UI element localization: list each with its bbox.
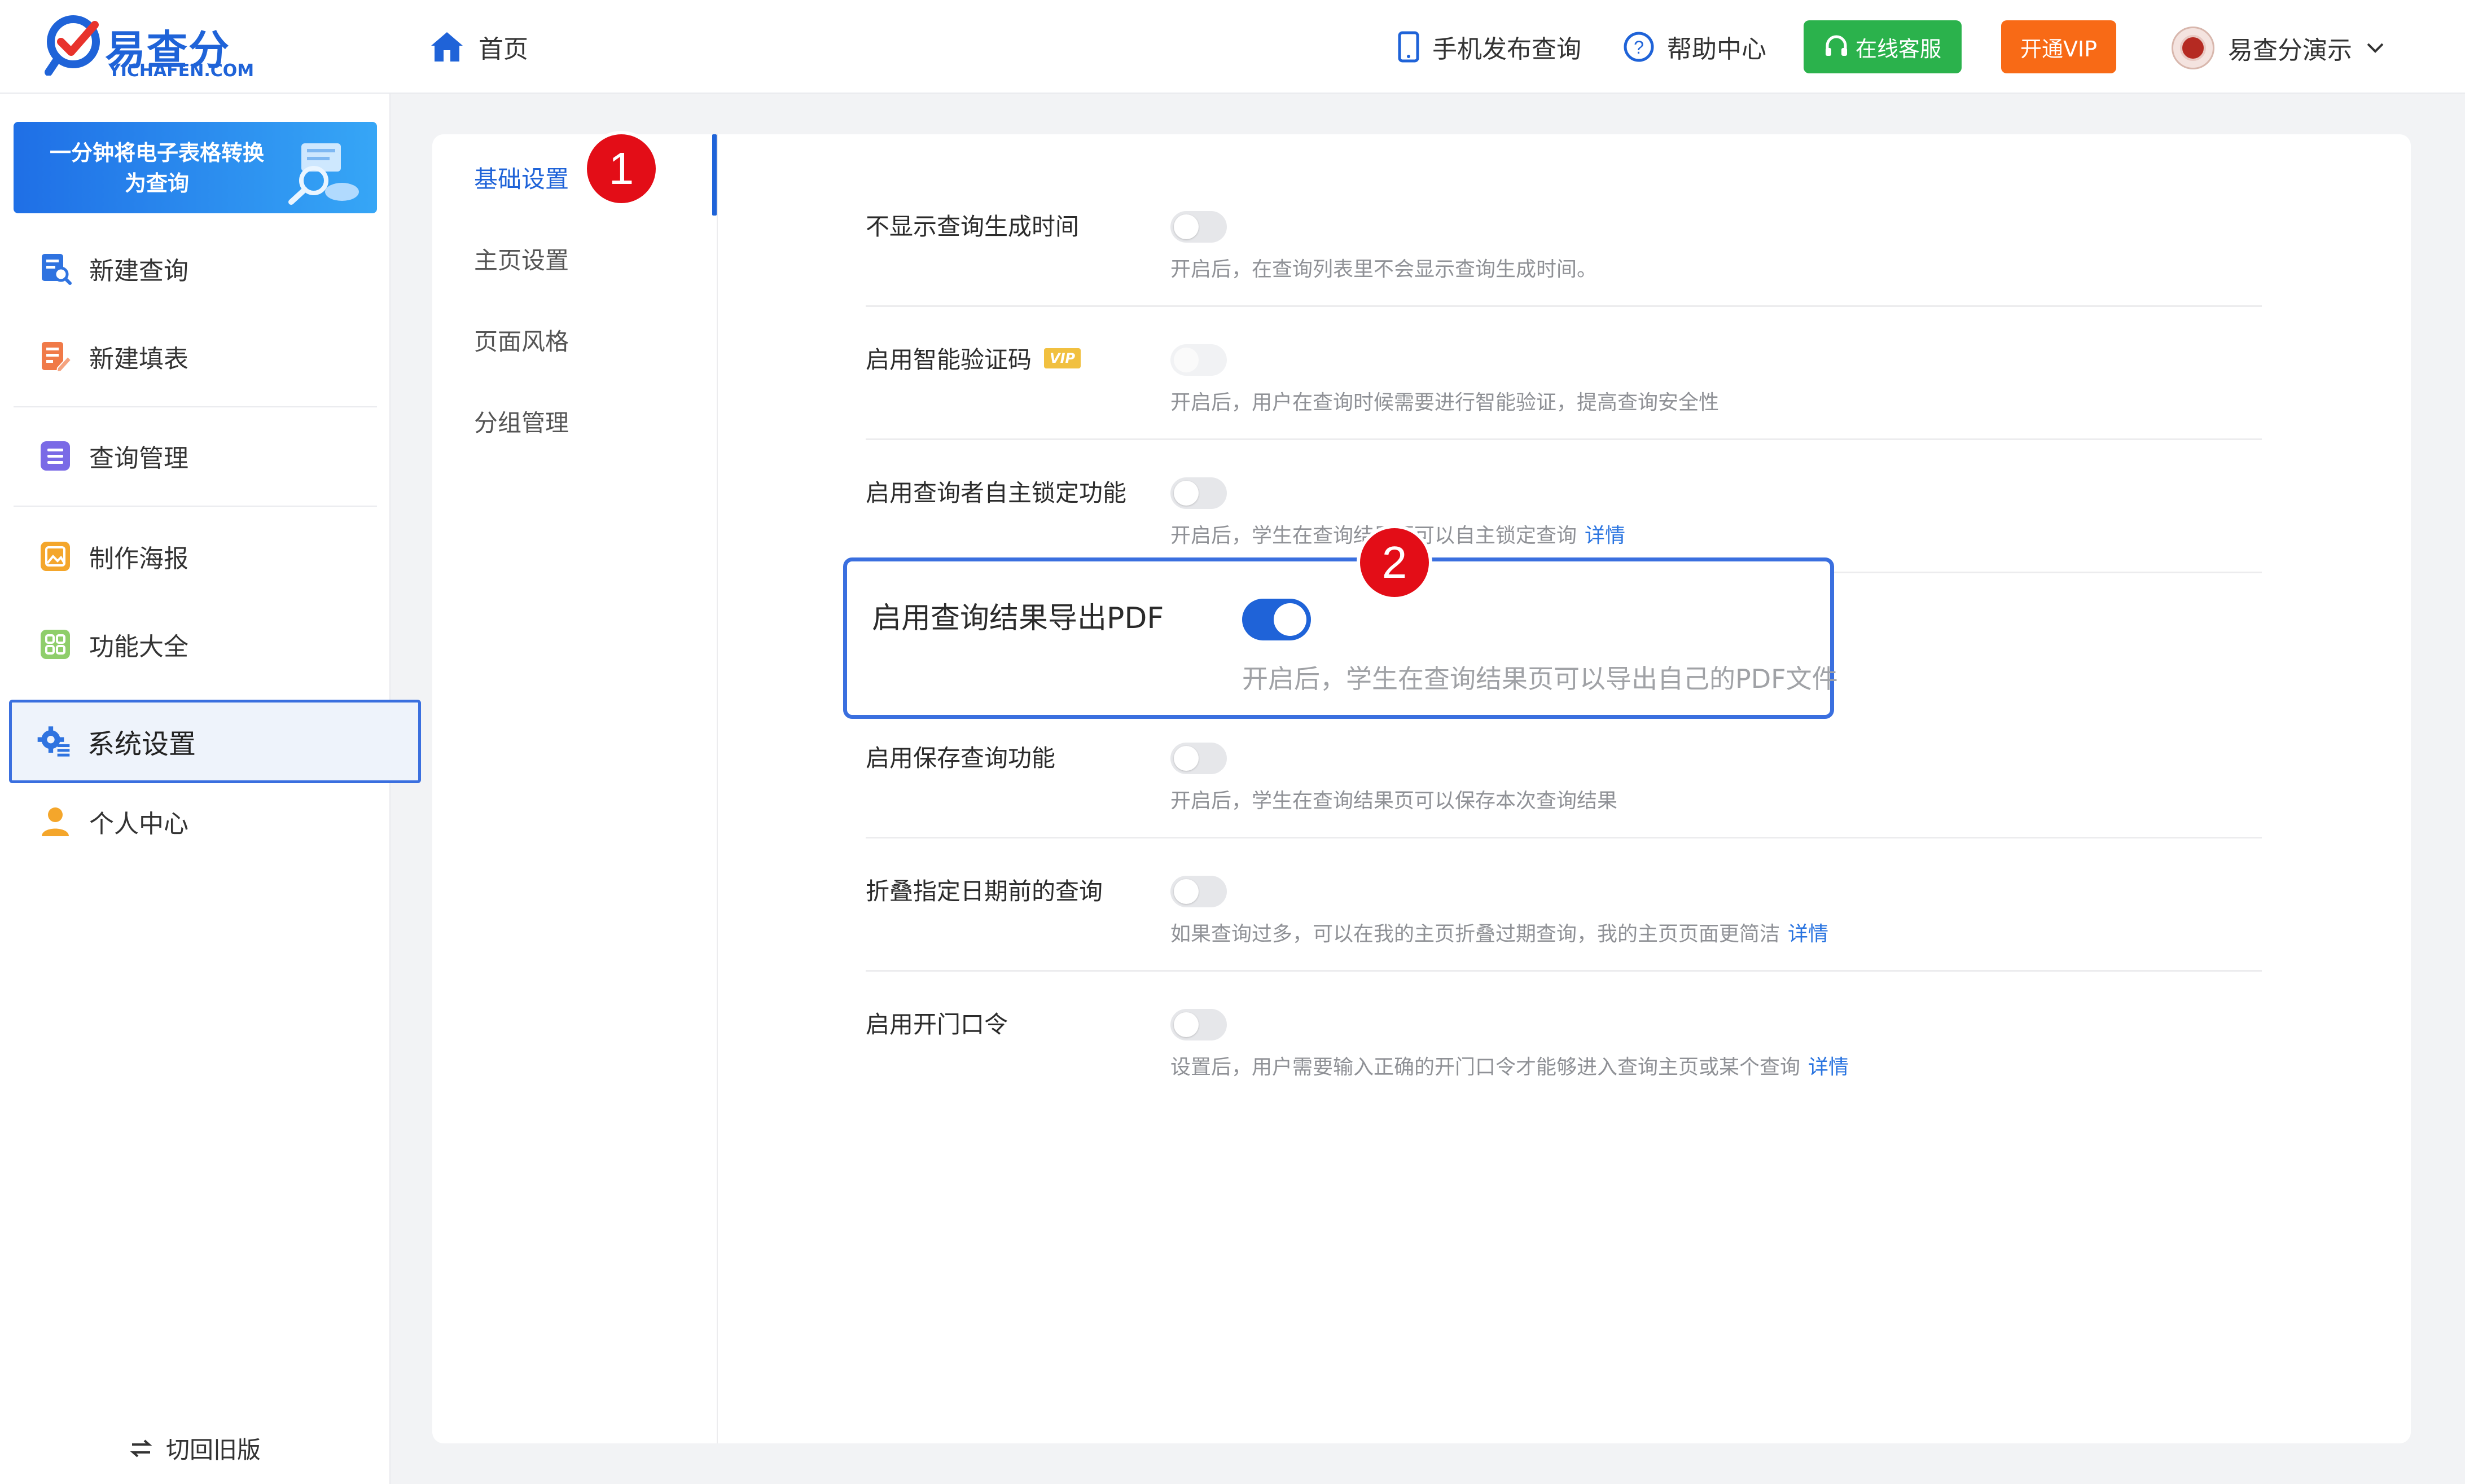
- setting-row-save-query: 启用保存查询功能 开启后，学生在查询结果页可以保存本次查询结果: [866, 739, 2262, 838]
- nav-make-poster[interactable]: 制作海报: [14, 523, 377, 590]
- sidebar: 一分钟将电子表格转换为查询 新建查询 新建填表 查询管理 制作海报 功能大全 系…: [0, 94, 421, 1484]
- home-icon: [431, 32, 463, 62]
- help-center-link[interactable]: ? 帮助中心: [1623, 27, 1766, 67]
- settings-gear-icon: [37, 725, 71, 758]
- user-menu[interactable]: 易查分演示: [2172, 23, 2385, 73]
- user-icon: [38, 805, 72, 838]
- open-vip-label: 开通VIP: [2020, 36, 2098, 62]
- list-icon: [38, 439, 72, 473]
- promo-banner-text: 一分钟将电子表格转换为查询: [50, 141, 265, 196]
- nav-new-form[interactable]: 新建填表: [14, 323, 377, 390]
- setting-row-hide-gen-time: 不显示查询生成时间 开启后，在查询列表里不会显示查询生成时间。: [866, 208, 2262, 307]
- switch-old-version-label: 切回旧版: [166, 1436, 261, 1464]
- setting-description: 设置后，用户需要输入正确的开门口令才能够进入查询主页或某个查询 详情: [1170, 1056, 1849, 1079]
- setting-row-door-password: 启用开门口令 设置后，用户需要输入正确的开门口令才能够进入查询主页或某个查询 详情: [866, 1006, 2262, 1105]
- setting-label: 启用开门口令: [866, 1011, 1008, 1038]
- active-tab-indicator: [712, 134, 717, 216]
- setting-row-fold-queries: 折叠指定日期前的查询 如果查询过多，可以在我的主页折叠过期查询，我的主页页面更简…: [866, 872, 2262, 972]
- setting-description: 开启后，学生在查询结果页可以导出自己的PDF文件: [1242, 664, 1838, 694]
- online-service-button[interactable]: 在线客服: [1804, 20, 1962, 73]
- toggle-switch[interactable]: [1170, 743, 1227, 774]
- tab-homepage-settings[interactable]: 主页设置: [474, 242, 569, 276]
- chevron-down-icon: [2367, 43, 2384, 53]
- step-badge-1: 1: [584, 131, 659, 207]
- mobile-publish-label: 手机发布查询: [1432, 35, 1581, 64]
- setting-row-smart-captcha: 启用智能验证码 VIP 开启后，用户在查询时候需要进行智能验证，提高查询安全性: [866, 341, 2262, 440]
- avatar: [2172, 27, 2214, 69]
- nav-query-management[interactable]: 查询管理: [14, 422, 377, 490]
- nav-divider: [14, 506, 377, 507]
- nav-label: 查询管理: [89, 444, 188, 473]
- help-center-label: 帮助中心: [1667, 35, 1766, 64]
- user-name: 易查分演示: [2228, 36, 2352, 65]
- home-link[interactable]: 首页: [429, 27, 528, 67]
- setting-label: 启用保存查询功能: [866, 744, 1056, 772]
- tab-page-style[interactable]: 页面风格: [474, 323, 569, 357]
- convert-illustration-icon: [288, 143, 359, 205]
- nav-all-features[interactable]: 功能大全: [14, 611, 377, 678]
- top-header: 易查分 YICHAFEN.COM 首页 手机发布查询 ? 帮助中心 在线客服 开…: [0, 0, 2465, 94]
- setting-description: 开启后，学生在查询结果页可以保存本次查询结果: [1170, 789, 1618, 813]
- mobile-publish-link[interactable]: 手机发布查询: [1397, 27, 1581, 67]
- setting-label: 折叠指定日期前的查询: [866, 877, 1103, 905]
- details-link[interactable]: 详情: [1808, 1056, 1849, 1079]
- setting-row-export-pdf: 启用查询结果导出PDF 开启后，学生在查询结果页可以导出自己的PDF文件: [843, 557, 1838, 719]
- settings-sub-nav: 基础设置 主页设置 页面风格 分组管理: [432, 134, 718, 1443]
- toggle-switch-on[interactable]: [1242, 599, 1311, 640]
- form-edit-icon: [38, 340, 72, 374]
- toggle-switch[interactable]: [1170, 211, 1227, 243]
- nav-label: 制作海报: [89, 545, 188, 573]
- home-label: 首页: [479, 35, 528, 64]
- help-icon: ?: [1624, 32, 1654, 62]
- phone-icon: [1398, 31, 1419, 63]
- promo-banner[interactable]: 一分钟将电子表格转换为查询: [14, 122, 377, 213]
- poster-icon: [38, 539, 72, 573]
- svg-text:?: ?: [1634, 37, 1644, 58]
- details-link[interactable]: 详情: [1585, 524, 1625, 547]
- logo-subtext: YICHAFEN.COM: [108, 61, 255, 81]
- nav-new-query[interactable]: 新建查询: [14, 235, 377, 302]
- open-vip-button[interactable]: 开通VIP: [2001, 20, 2116, 73]
- logo[interactable]: 易查分 YICHAFEN.COM: [44, 14, 254, 81]
- headset-icon: [1825, 35, 1847, 56]
- tab-basic-settings[interactable]: 基础设置: [474, 160, 569, 195]
- setting-description: 如果查询过多，可以在我的主页折叠过期查询，我的主页页面更简洁 详情: [1170, 923, 1829, 946]
- nav-divider: [14, 406, 377, 407]
- grid-icon: [38, 627, 72, 661]
- nav-personal-center[interactable]: 个人中心: [14, 788, 377, 855]
- switch-old-version-button[interactable]: 切回旧版: [130, 1431, 261, 1465]
- online-service-label: 在线客服: [1855, 36, 1941, 62]
- toggle-switch[interactable]: [1170, 876, 1227, 907]
- setting-description: 开启后，用户在查询时候需要进行智能验证，提高查询安全性: [1170, 391, 1720, 414]
- setting-description: 开启后，在查询列表里不会显示查询生成时间。: [1170, 258, 1598, 281]
- setting-label: 不显示查询生成时间: [866, 213, 1080, 240]
- setting-label: 启用查询结果导出PDF: [872, 601, 1164, 635]
- nav-label: 功能大全: [89, 633, 188, 661]
- nav-label: 新建查询: [89, 257, 188, 286]
- nav-label: 新建填表: [89, 345, 188, 374]
- toggle-switch[interactable]: [1170, 1009, 1227, 1040]
- toggle-switch-disabled: [1170, 344, 1227, 376]
- nav-system-settings[interactable]: 系统设置: [9, 700, 421, 783]
- logo-mark-icon: [45, 15, 100, 76]
- switch-arrows-icon: [130, 1439, 152, 1457]
- vip-tag: VIP: [1044, 348, 1081, 368]
- setting-label: 启用智能验证码 VIP: [866, 341, 1081, 375]
- search-doc-icon: [38, 252, 72, 286]
- nav-label: 个人中心: [89, 810, 188, 838]
- tab-group-management[interactable]: 分组管理: [474, 404, 569, 438]
- details-link[interactable]: 详情: [1788, 923, 1828, 946]
- nav-label: 系统设置: [87, 728, 196, 760]
- setting-label: 启用查询者自主锁定功能: [866, 479, 1127, 507]
- toggle-switch[interactable]: [1170, 477, 1227, 509]
- step-badge-2: 2: [1357, 525, 1432, 600]
